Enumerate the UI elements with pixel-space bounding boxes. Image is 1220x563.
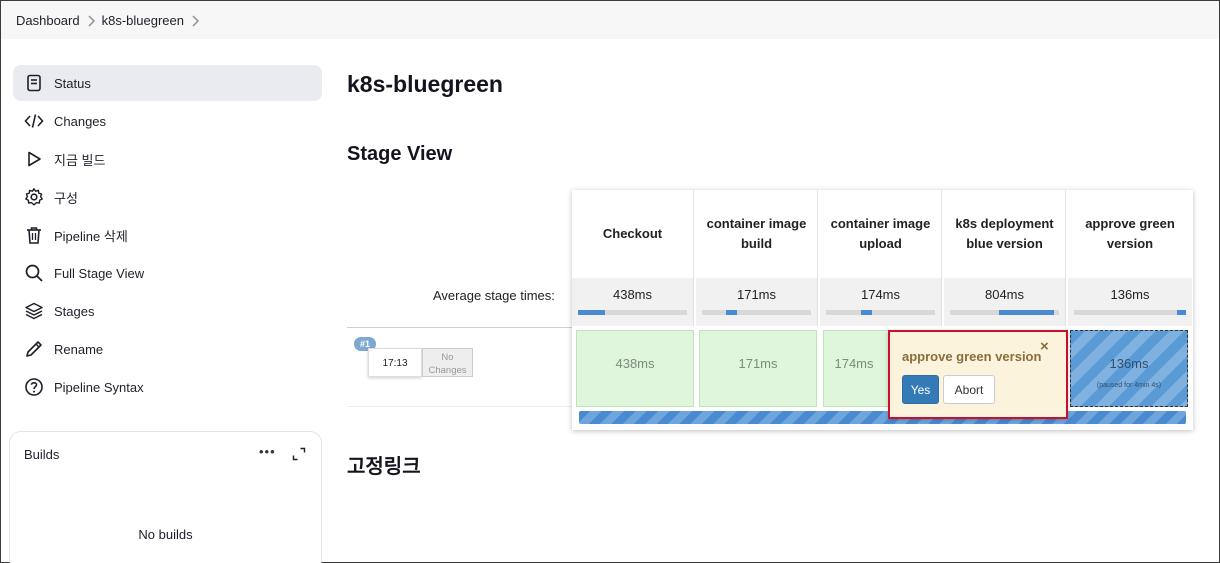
build-progress-fill [579, 411, 1186, 424]
sidebar-item-pipeline-syntax[interactable]: Pipeline Syntax [13, 369, 322, 405]
breadcrumb-job[interactable]: k8s-bluegreen [102, 13, 184, 28]
sidebar: Status Changes 지금 빌드 구성 Pipeline 삭제 Full… [13, 65, 322, 407]
avg-bar [702, 310, 811, 315]
avg-bar [1074, 310, 1186, 315]
build-changes: No Changes [422, 348, 473, 377]
no-builds-text: No builds [138, 527, 193, 542]
sidebar-item-label: Stages [54, 303, 95, 319]
avg-bar-fill [578, 310, 606, 315]
sidebar-item-changes[interactable]: Changes [13, 103, 322, 139]
stage-view-table: Checkout container image build container… [572, 190, 1193, 430]
sidebar-item-label: Pipeline 삭제 [54, 228, 128, 244]
stage-cell-time: 136ms [1109, 356, 1149, 371]
stage-header-k8s-deployment: k8s deployment blue version [944, 190, 1066, 278]
search-icon [24, 263, 44, 283]
close-icon[interactable]: × [1040, 339, 1049, 354]
approve-popup-title: approve green version [902, 349, 1042, 364]
sidebar-item-status[interactable]: Status [13, 65, 322, 101]
more-icon[interactable]: ••• [259, 444, 276, 459]
trash-icon [24, 225, 44, 245]
avg-bar [826, 310, 935, 315]
stage-cell-checkout[interactable]: 438ms [576, 330, 694, 407]
chevron-right-icon [80, 13, 102, 28]
stage-header-container-image-upload: container image upload [820, 190, 942, 278]
sidebar-item-label: Pipeline Syntax [54, 379, 144, 395]
avg-bar-fill [999, 310, 1054, 315]
build-time: 17:13 [368, 348, 422, 377]
permalinks-title: 고정링크 [347, 456, 421, 478]
code-icon [24, 111, 44, 131]
stage-cell-paused-text: (paused for 4min 4s) [1096, 382, 1162, 389]
stage-avg-k8s-deployment: 804ms [944, 278, 1066, 326]
avg-bar-fill [1177, 310, 1186, 315]
stage-header-checkout: Checkout [572, 190, 694, 278]
average-stage-times-label: Average stage times: [433, 288, 555, 303]
yes-button[interactable]: Yes [902, 375, 939, 404]
sidebar-item-label: Status [54, 75, 91, 91]
stage-avg-container-image-upload: 174ms [820, 278, 942, 326]
stage-header-container-image-build: container image build [696, 190, 818, 278]
sidebar-item-stages[interactable]: Stages [13, 293, 322, 329]
builds-title: Builds [24, 447, 60, 462]
avg-bar [950, 310, 1059, 315]
avg-bar-fill [725, 310, 737, 315]
stage-avg-time: 171ms [736, 287, 777, 302]
stage-avg-time: 804ms [984, 287, 1025, 302]
approve-popup: approve green version × Yes Abort [888, 330, 1068, 419]
chevron-right-icon[interactable] [184, 13, 206, 28]
layers-icon [24, 301, 44, 321]
sidebar-item-full-stage-view[interactable]: Full Stage View [13, 255, 322, 291]
expand-icon[interactable] [292, 447, 306, 461]
sidebar-item-build-now[interactable]: 지금 빌드 [13, 141, 322, 177]
stage-view-title: Stage View [347, 143, 453, 165]
stage-avg-container-image-build: 171ms [696, 278, 818, 326]
stage-avg-time: 174ms [860, 287, 901, 302]
builds-panel: Builds ••• No builds [9, 431, 322, 563]
stage-avg-approve-green: 136ms [1068, 278, 1192, 326]
document-icon [24, 73, 44, 93]
avg-bar-fill [860, 310, 872, 315]
build-progress-bar [579, 411, 1186, 424]
build-row: #1 17:13 No Changes [347, 327, 573, 407]
sidebar-item-rename[interactable]: Rename [13, 331, 322, 367]
breadcrumb-dashboard[interactable]: Dashboard [16, 13, 80, 28]
sidebar-item-configure[interactable]: 구성 [13, 179, 322, 215]
stage-avg-time: 136ms [1110, 287, 1150, 302]
stage-cell-time: 438ms [615, 356, 655, 371]
sidebar-item-label: Full Stage View [54, 265, 145, 281]
sidebar-item-label: 지금 빌드 [54, 152, 106, 168]
breadcrumb: Dashboard k8s-bluegreen [1, 1, 1219, 39]
sidebar-item-label: 구성 [54, 190, 78, 206]
sidebar-item-label: Rename [54, 341, 104, 357]
sidebar-item-delete-pipeline[interactable]: Pipeline 삭제 [13, 217, 322, 253]
stage-avg-time: 438ms [612, 287, 653, 302]
stage-header-approve-green: approve green version [1085, 216, 1175, 251]
pencil-icon [24, 339, 44, 359]
gear-icon [24, 187, 44, 207]
help-icon [24, 377, 44, 397]
abort-button[interactable]: Abort [943, 375, 995, 404]
page-title: k8s-bluegreen [347, 71, 503, 97]
stage-cell-approve-green[interactable]: 136ms (paused for 4min 4s) [1070, 330, 1188, 407]
play-icon [24, 149, 44, 169]
avg-bar [578, 310, 687, 315]
stage-avg-checkout: 438ms [572, 278, 694, 326]
sidebar-item-label: Changes [54, 113, 107, 129]
